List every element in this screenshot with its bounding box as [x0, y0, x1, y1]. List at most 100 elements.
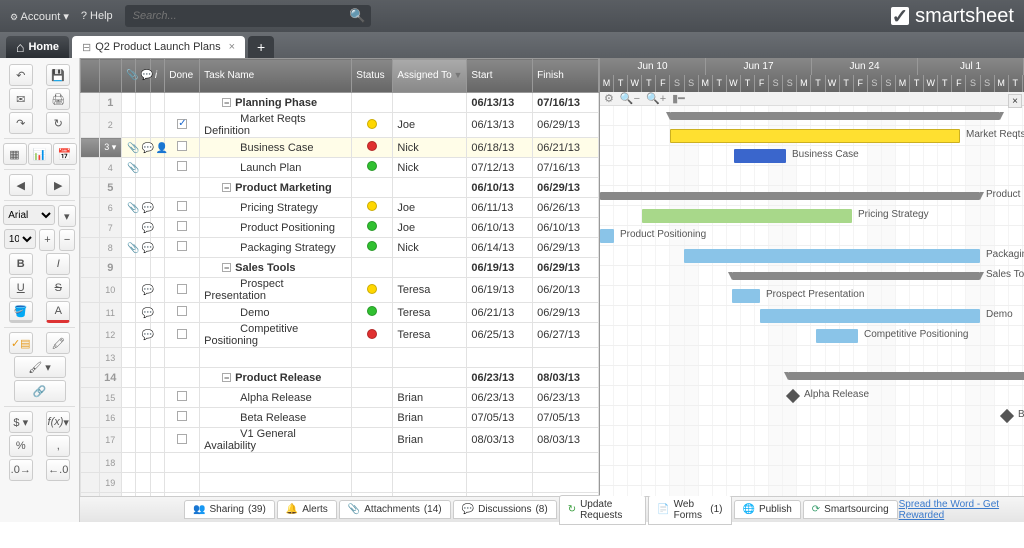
status-cell[interactable]	[352, 473, 393, 493]
table-row[interactable]: 18	[81, 453, 599, 473]
row-number[interactable]: 1	[99, 93, 122, 113]
table-row[interactable]: 2Market Reqts DefinitionJoe06/13/1306/29…	[81, 113, 599, 138]
start-cell[interactable]	[467, 473, 533, 493]
assigned-cell[interactable]	[393, 368, 467, 388]
checkbox[interactable]	[177, 434, 187, 444]
start-cell[interactable]: 06/11/13	[467, 198, 533, 218]
assigned-cell[interactable]: Brian	[393, 428, 467, 453]
status-cell[interactable]	[352, 428, 393, 453]
finish-cell[interactable]: 06/26/13	[533, 198, 599, 218]
start-cell[interactable]: 06/13/13	[467, 113, 533, 138]
done-cell[interactable]	[165, 348, 200, 368]
row-number[interactable]: 12	[99, 323, 122, 348]
done-cell[interactable]	[165, 158, 200, 178]
finish-cell[interactable]: 08/03/13	[533, 428, 599, 453]
tab-sharing[interactable]: 👥Sharing (39)	[184, 500, 275, 519]
gantt-bar[interactable]	[732, 289, 760, 303]
done-cell[interactable]	[165, 473, 200, 493]
tab-attachments[interactable]: 📎Attachments (14)	[339, 500, 451, 519]
gantt-row[interactable]	[600, 166, 1024, 186]
col-task[interactable]: Task Name	[200, 59, 352, 93]
table-row[interactable]: 14−Product Release06/23/1308/03/13	[81, 368, 599, 388]
start-cell[interactable]: 06/18/13	[467, 138, 533, 158]
gantt-row[interactable]: Demo	[600, 306, 1024, 326]
chevron-down-icon[interactable]: ▼	[453, 70, 462, 80]
start-cell[interactable]: 06/23/13	[467, 368, 533, 388]
save-button[interactable]: 💾	[46, 64, 70, 86]
start-cell[interactable]: 06/23/13	[467, 388, 533, 408]
gantt-bar[interactable]	[760, 309, 980, 323]
table-row[interactable]: 11💬DemoTeresa06/21/1306/29/13	[81, 303, 599, 323]
finish-cell[interactable]: 06/29/13	[533, 303, 599, 323]
status-cell[interactable]	[352, 238, 393, 258]
account-link[interactable]: ⚙ Account ▾	[10, 10, 69, 23]
status-cell[interactable]	[352, 348, 393, 368]
col-attachment[interactable]: 📎	[122, 59, 136, 93]
task-cell[interactable]: Business Case	[200, 138, 352, 158]
checkbox[interactable]	[177, 391, 187, 401]
row-number[interactable]: 4	[99, 158, 122, 178]
col-finish[interactable]: Finish	[533, 59, 599, 93]
grid-view-button[interactable]: ▦	[3, 143, 27, 165]
checkbox[interactable]	[177, 329, 187, 339]
start-cell[interactable]: 06/19/13	[467, 278, 533, 303]
table-row[interactable]: 16Beta ReleaseBrian07/05/1307/05/13	[81, 408, 599, 428]
assigned-cell[interactable]: Teresa	[393, 278, 467, 303]
done-cell[interactable]	[165, 408, 200, 428]
task-cell[interactable]: Pricing Strategy	[200, 198, 352, 218]
gantt-settings-icon[interactable]: ⚙	[604, 92, 614, 105]
gantt-row[interactable]: Competitive Positioning	[600, 326, 1024, 346]
task-cell[interactable]: Demo	[200, 303, 352, 323]
zoom-in-icon[interactable]: 🔍+	[646, 92, 666, 105]
gantt-row[interactable]: Product Positioning	[600, 226, 1024, 246]
gantt-close-button[interactable]: ×	[1008, 94, 1022, 108]
assigned-cell[interactable]: Nick	[393, 238, 467, 258]
assigned-cell[interactable]: Brian	[393, 408, 467, 428]
status-cell[interactable]	[352, 138, 393, 158]
gantt-row[interactable]: Sales Tools	[600, 266, 1024, 286]
done-cell[interactable]	[165, 93, 200, 113]
start-cell[interactable]: 08/03/13	[467, 428, 533, 453]
row-number[interactable]: 18	[99, 453, 122, 473]
start-cell[interactable]: 06/10/13	[467, 218, 533, 238]
gantt-bar[interactable]	[732, 272, 980, 280]
refresh-button[interactable]: ↻	[46, 112, 70, 134]
tab-sheet[interactable]: ⊟ Q2 Product Launch Plans ×	[72, 36, 245, 58]
task-cell[interactable]: Product Positioning	[200, 218, 352, 238]
assigned-cell[interactable]	[393, 93, 467, 113]
font-select[interactable]: Arial	[3, 205, 55, 225]
task-cell[interactable]: Launch Plan	[200, 158, 352, 178]
text-color-button[interactable]: A	[46, 301, 70, 323]
help-link[interactable]: ? Help	[81, 10, 113, 22]
task-cell[interactable]: −Sales Tools	[200, 258, 352, 278]
tab-discussions[interactable]: 💬Discussions (8)	[453, 500, 557, 519]
finish-cell[interactable]: 06/10/13	[533, 218, 599, 238]
status-cell[interactable]	[352, 93, 393, 113]
email-button[interactable]: ✉	[9, 88, 33, 110]
done-cell[interactable]	[165, 258, 200, 278]
status-cell[interactable]	[352, 303, 393, 323]
gantt-row[interactable]	[600, 426, 1024, 446]
gantt-row[interactable]: Packaging Strategy	[600, 246, 1024, 266]
task-cell[interactable]: V1 General Availability	[200, 428, 352, 453]
table-row[interactable]: 12💬Competitive PositioningTeresa06/25/13…	[81, 323, 599, 348]
finish-cell[interactable]: 06/27/13	[533, 323, 599, 348]
done-cell[interactable]	[165, 453, 200, 473]
table-row[interactable]: 6📎💬Pricing StrategyJoe06/11/1306/26/13	[81, 198, 599, 218]
assigned-cell[interactable]	[393, 348, 467, 368]
font-more-button[interactable]: ▾	[58, 205, 76, 227]
row-number[interactable]: 15	[99, 388, 122, 408]
table-row[interactable]: 10💬Prospect PresentationTeresa06/19/1306…	[81, 278, 599, 303]
start-cell[interactable]: 06/19/13	[467, 258, 533, 278]
assigned-cell[interactable]: Nick	[393, 138, 467, 158]
status-cell[interactable]	[352, 408, 393, 428]
done-cell[interactable]	[165, 113, 200, 138]
tab-publish[interactable]: 🌐Publish	[734, 500, 801, 519]
currency-button[interactable]: $ ▾	[9, 411, 33, 433]
link-button[interactable]: 🔗	[14, 380, 66, 402]
underline-button[interactable]: U	[9, 277, 33, 299]
done-cell[interactable]	[165, 388, 200, 408]
table-row[interactable]: 13	[81, 348, 599, 368]
row-number[interactable]: 16	[99, 408, 122, 428]
italic-button[interactable]: I	[46, 253, 70, 275]
